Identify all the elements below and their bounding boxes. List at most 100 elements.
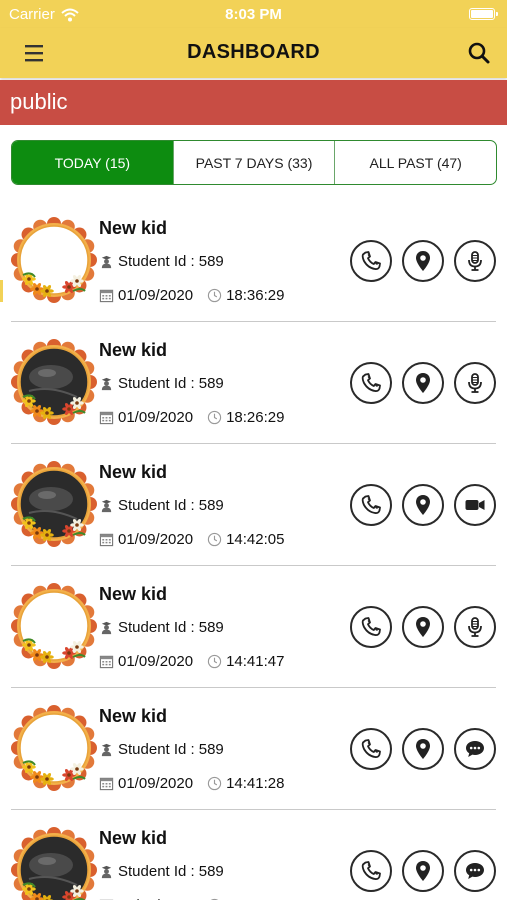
date-value: 01/09/2020 [118, 653, 194, 670]
row-actions [350, 606, 496, 648]
student-id-label: Student Id : [118, 497, 195, 514]
phone-icon [361, 617, 381, 636]
row-actions [350, 850, 496, 892]
microphone-button[interactable] [454, 362, 496, 404]
call-button[interactable] [350, 362, 392, 404]
location-button[interactable] [402, 240, 444, 282]
list-item[interactable]: New kid Student Id : 589 01/09/2020 [0, 810, 507, 900]
row-actions [350, 484, 496, 526]
student-id-label: Student Id : [118, 375, 195, 392]
tab-today[interactable]: TODAY (15) [12, 141, 173, 184]
avatar [11, 583, 97, 669]
student-name: New kid [99, 218, 168, 238]
list-item[interactable]: New kid Student Id : 589 01/09/2020 [0, 200, 507, 322]
student-id-label: Student Id : [118, 741, 195, 758]
location-button[interactable] [402, 850, 444, 892]
datetime-line: 01/09/2020 14:42:05 [99, 531, 284, 548]
student-name: New kid [99, 462, 168, 482]
call-button[interactable] [350, 240, 392, 282]
datetime-line: 01/09/2020 18:26:29 [99, 409, 284, 426]
date-value: 01/09/2020 [118, 531, 194, 548]
phone-icon [361, 739, 381, 758]
student-id-value: 589 [198, 863, 224, 880]
phone-icon [361, 251, 381, 270]
avatar [11, 461, 97, 547]
time-value: 18:26:29 [226, 409, 285, 426]
student-id-label: Student Id : [118, 863, 195, 880]
call-button[interactable] [350, 484, 392, 526]
student-id-line: Student Id : 589 [99, 253, 224, 270]
location-button[interactable] [402, 362, 444, 404]
student-icon [101, 865, 112, 879]
chat-bubble-button[interactable] [454, 850, 496, 892]
clock-icon [207, 532, 222, 547]
location-pin-icon [416, 251, 430, 271]
student-name: New kid [99, 706, 168, 726]
time-value: 14:42:05 [226, 531, 285, 548]
date-value: 01/09/2020 [118, 409, 194, 426]
list-item[interactable]: New kid Student Id : 589 01/09/2020 [0, 566, 507, 688]
filter-tabs: TODAY (15) PAST 7 DAYS (33) ALL PAST (47… [11, 140, 497, 185]
time-value: 14:41:28 [226, 775, 285, 792]
list-item[interactable]: New kid Student Id : 589 01/09/2020 [0, 444, 507, 566]
location-button[interactable] [402, 606, 444, 648]
date-value: 01/09/2020 [118, 287, 194, 304]
row-actions [350, 728, 496, 770]
call-button[interactable] [350, 850, 392, 892]
student-id-label: Student Id : [118, 253, 195, 270]
student-icon [101, 377, 112, 391]
student-id-label: Student Id : [118, 619, 195, 636]
row-actions [350, 240, 496, 282]
status-time: 8:03 PM [225, 6, 282, 23]
calendar-icon [99, 777, 114, 791]
tab-past-7-days[interactable]: PAST 7 DAYS (33) [172, 141, 335, 184]
call-button[interactable] [350, 606, 392, 648]
video-camera-button[interactable] [454, 484, 496, 526]
student-id-value: 589 [198, 619, 224, 636]
group-banner: public [0, 80, 507, 125]
status-bar: Carrier 8:03 PM [0, 0, 507, 28]
student-icon [101, 255, 112, 269]
microphone-icon [468, 251, 482, 271]
list-item[interactable]: New kid Student Id : 589 01/09/2020 [0, 322, 507, 444]
calendar-icon [99, 655, 114, 669]
microphone-button[interactable] [454, 240, 496, 282]
top-navbar: DASHBOARD [0, 28, 507, 78]
student-icon [101, 499, 112, 513]
student-name: New kid [99, 584, 168, 604]
student-id-value: 589 [198, 741, 224, 758]
row-actions [350, 362, 496, 404]
page-title: DASHBOARD [187, 41, 320, 63]
time-value: 18:36:29 [226, 287, 285, 304]
microphone-icon [468, 617, 482, 637]
calendar-icon [99, 289, 114, 303]
search-icon[interactable] [465, 39, 493, 67]
student-id-line: Student Id : 589 [99, 375, 224, 392]
chat-bubble-icon [466, 741, 484, 757]
student-id-value: 589 [198, 497, 224, 514]
datetime-line: 01/09/2020 14:41:28 [99, 775, 284, 792]
calendar-icon [99, 411, 114, 425]
avatar [11, 827, 97, 900]
datetime-line: 01/09/2020 14:41:47 [99, 653, 284, 670]
student-id-line: Student Id : 589 [99, 497, 224, 514]
location-pin-icon [416, 617, 430, 637]
clock-icon [207, 776, 222, 791]
student-name: New kid [99, 828, 168, 848]
tab-all-past[interactable]: ALL PAST (47) [334, 141, 496, 184]
video-camera-icon [465, 500, 485, 510]
phone-icon [361, 861, 381, 880]
microphone-button[interactable] [454, 606, 496, 648]
location-button[interactable] [402, 728, 444, 770]
phone-icon [361, 373, 381, 392]
battery-icon [469, 8, 498, 20]
calendar-icon [99, 533, 114, 547]
call-button[interactable] [350, 728, 392, 770]
student-id-line: Student Id : 589 [99, 619, 224, 636]
student-icon [101, 743, 112, 757]
avatar [11, 217, 97, 303]
list-item[interactable]: New kid Student Id : 589 01/09/2020 [0, 688, 507, 810]
date-value: 01/09/2020 [118, 775, 194, 792]
chat-bubble-button[interactable] [454, 728, 496, 770]
location-button[interactable] [402, 484, 444, 526]
